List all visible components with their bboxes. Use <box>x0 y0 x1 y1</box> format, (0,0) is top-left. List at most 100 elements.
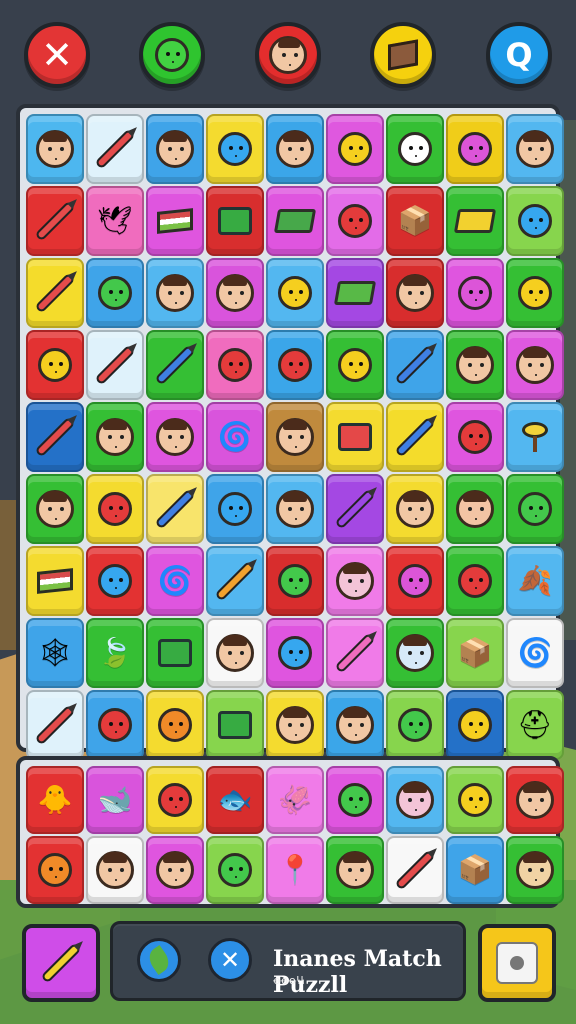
board-tile[interactable] <box>446 546 504 616</box>
board-tile[interactable] <box>86 474 144 544</box>
board-tile[interactable] <box>326 618 384 688</box>
tray-tile[interactable] <box>386 766 444 834</box>
board-tile[interactable] <box>446 258 504 328</box>
board-tile[interactable]: 🕊 <box>86 186 144 256</box>
board-tile[interactable] <box>386 258 444 328</box>
board-tile[interactable] <box>86 546 144 616</box>
board-tile[interactable] <box>266 114 324 184</box>
board-tile[interactable] <box>86 114 144 184</box>
tray-tile[interactable] <box>446 766 504 834</box>
board-tile[interactable] <box>146 186 204 256</box>
board-tile[interactable] <box>146 258 204 328</box>
board-tile[interactable] <box>446 114 504 184</box>
board-tile[interactable] <box>26 114 84 184</box>
tray-tile[interactable]: 🐋 <box>86 766 144 834</box>
board-tile[interactable] <box>506 258 564 328</box>
board-tile[interactable] <box>266 402 324 472</box>
leaf-button[interactable] <box>137 938 181 982</box>
board-tile[interactable] <box>266 258 324 328</box>
board-tile[interactable] <box>326 546 384 616</box>
board-tile[interactable] <box>386 474 444 544</box>
board-tile[interactable] <box>506 114 564 184</box>
board-tile[interactable] <box>206 330 264 400</box>
board-tile[interactable] <box>386 690 444 760</box>
pencil-tool-button[interactable] <box>22 924 100 1002</box>
board-tile[interactable] <box>326 258 384 328</box>
board-tile[interactable] <box>326 114 384 184</box>
board-tile[interactable] <box>146 618 204 688</box>
stop-button[interactable] <box>478 924 556 1002</box>
board-tile[interactable]: 🕸 <box>26 618 84 688</box>
tray-tile[interactable] <box>506 766 564 834</box>
board-tile[interactable]: 📦 <box>446 618 504 688</box>
close-button[interactable]: ✕ <box>24 22 90 88</box>
board-tile[interactable] <box>386 402 444 472</box>
board-tile[interactable] <box>26 330 84 400</box>
tray-tile[interactable] <box>326 766 384 834</box>
board-tile[interactable] <box>326 186 384 256</box>
board-tile[interactable] <box>206 690 264 760</box>
board-tile[interactable] <box>146 690 204 760</box>
tray-tile[interactable]: 🦑 <box>266 766 324 834</box>
board-tile[interactable] <box>146 474 204 544</box>
board-tile[interactable] <box>26 690 84 760</box>
board-tile[interactable]: 🌀 <box>206 402 264 472</box>
board-tile[interactable] <box>206 258 264 328</box>
board-tile[interactable]: 🍂 <box>506 546 564 616</box>
tray-tile[interactable] <box>146 766 204 834</box>
board-tile[interactable] <box>206 114 264 184</box>
board-tile[interactable] <box>206 474 264 544</box>
board-tile[interactable] <box>386 330 444 400</box>
board-tile[interactable] <box>446 402 504 472</box>
tray-tile[interactable] <box>506 836 564 904</box>
board-tile[interactable] <box>446 690 504 760</box>
tray-tile[interactable] <box>26 836 84 904</box>
board-tile[interactable] <box>26 402 84 472</box>
board-tile[interactable] <box>326 690 384 760</box>
board-tile[interactable]: 🌀 <box>146 546 204 616</box>
board-tile[interactable]: 🍃 <box>86 618 144 688</box>
board-tile[interactable] <box>506 186 564 256</box>
board-tile[interactable] <box>446 186 504 256</box>
board-tile[interactable] <box>206 546 264 616</box>
box-button[interactable] <box>370 22 436 88</box>
tray-tile[interactable] <box>146 836 204 904</box>
tray-tile[interactable] <box>86 836 144 904</box>
board-tile[interactable] <box>326 330 384 400</box>
board-tile[interactable] <box>506 474 564 544</box>
board-tile[interactable] <box>266 474 324 544</box>
board-tile[interactable] <box>86 402 144 472</box>
tray-tile[interactable]: 📍 <box>266 836 324 904</box>
board-tile[interactable] <box>146 402 204 472</box>
board-tile[interactable]: ⛑ <box>506 690 564 760</box>
board-tile[interactable] <box>266 330 324 400</box>
board-tile[interactable] <box>26 474 84 544</box>
board-tile[interactable] <box>446 330 504 400</box>
board-tile[interactable] <box>86 330 144 400</box>
tray-tile[interactable] <box>326 836 384 904</box>
board-tile[interactable] <box>506 402 564 472</box>
board-tile[interactable]: 📦 <box>386 186 444 256</box>
board-tile[interactable] <box>26 258 84 328</box>
board-tile[interactable] <box>506 330 564 400</box>
board-tile[interactable] <box>146 330 204 400</box>
tray-tile[interactable]: 🐥 <box>26 766 84 834</box>
search-button[interactable]: Q <box>486 22 552 88</box>
board-tile[interactable] <box>326 474 384 544</box>
board-tile[interactable] <box>26 546 84 616</box>
board-tile[interactable] <box>266 618 324 688</box>
tray-tile[interactable] <box>386 836 444 904</box>
board-tile[interactable] <box>206 186 264 256</box>
board-tile[interactable] <box>386 546 444 616</box>
board-tile[interactable] <box>446 474 504 544</box>
shuffle-button[interactable]: ✕ <box>208 938 252 982</box>
board-tile[interactable] <box>86 258 144 328</box>
board-tile[interactable] <box>386 618 444 688</box>
board-tile[interactable] <box>146 114 204 184</box>
board-tile[interactable] <box>266 186 324 256</box>
tray-tile[interactable]: 🐟 <box>206 766 264 834</box>
board-tile[interactable] <box>206 618 264 688</box>
board-tile[interactable] <box>26 186 84 256</box>
board-tile[interactable] <box>266 546 324 616</box>
tray-tile[interactable]: 📦 <box>446 836 504 904</box>
